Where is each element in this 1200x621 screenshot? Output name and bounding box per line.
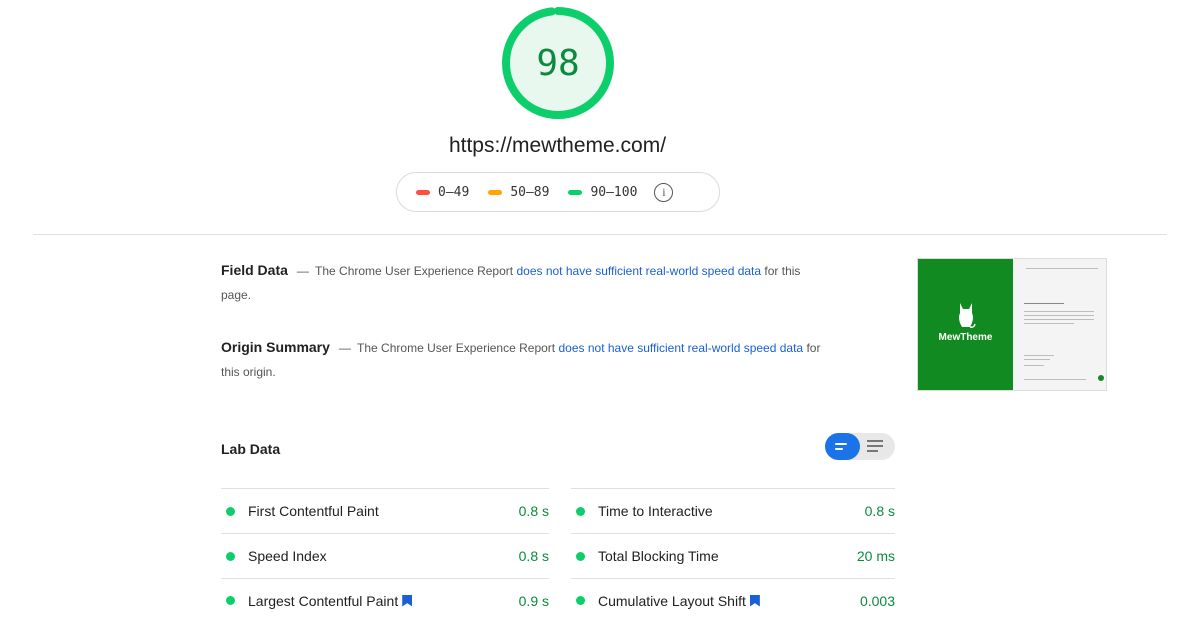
thumbnail-brand-panel: MewTheme — [918, 259, 1013, 390]
score-legend: 0–49 50–89 90–100 i — [396, 172, 720, 212]
field-data-prefix: The Chrome User Experience Report — [315, 264, 514, 278]
legend-item-pass: 90–100 — [568, 185, 637, 200]
detail-view-icon-bar — [867, 445, 883, 447]
thumbnail-logo-text: MewTheme — [938, 332, 993, 343]
metric-label: Cumulative Layout Shift — [598, 593, 860, 609]
legend-swatch-pass — [568, 189, 583, 195]
legend-item-fail: 0–49 — [416, 185, 469, 200]
thumbnail-text-line — [1024, 311, 1094, 312]
legend-swatch-average — [488, 189, 503, 195]
metric-label: First Contentful Paint — [248, 503, 519, 519]
metric-pass-indicator — [226, 506, 235, 516]
metric-first-contentful-paint: First Contentful Paint 0.8 s — [221, 488, 549, 533]
legend-label-fail: 0–49 — [438, 184, 470, 200]
thumbnail-text-line — [1024, 359, 1050, 360]
metrics-left-column: First Contentful Paint 0.8 s Speed Index… — [221, 488, 549, 621]
thumbnail-text-line — [1024, 355, 1054, 356]
metric-value: 0.9 s — [518, 592, 549, 609]
metric-label-text: Speed Index — [248, 548, 327, 564]
metric-total-blocking-time: Total Blocking Time 20 ms — [571, 533, 895, 578]
metric-label-text: First Contentful Paint — [248, 503, 379, 519]
metric-label: Total Blocking Time — [598, 548, 857, 564]
legend-item-average: 50–89 — [488, 185, 549, 200]
score-value: 98 — [536, 42, 580, 84]
metric-label-text: Total Blocking Time — [598, 548, 719, 564]
thumbnail-text-line — [1024, 323, 1074, 324]
field-data-heading: Field Data — [221, 262, 288, 278]
detail-view-icon-bar — [867, 440, 883, 442]
origin-summary-heading: Origin Summary — [221, 339, 330, 355]
summary-view-icon-bar — [835, 443, 847, 445]
metric-pass-indicator — [576, 551, 585, 561]
thumbnail-nav-line — [1026, 268, 1098, 269]
summary-view-icon-bar — [835, 448, 843, 450]
summary-view-button[interactable] — [825, 433, 860, 460]
metric-pass-indicator — [576, 506, 585, 516]
legend-label-pass: 90–100 — [590, 184, 638, 200]
metric-value: 20 ms — [856, 548, 895, 564]
metrics-right-column: Time to Interactive 0.8 s Total Blocking… — [571, 488, 895, 621]
metric-label-text: Time to Interactive — [598, 503, 713, 519]
metric-label-text: Largest Contentful Paint — [248, 592, 399, 609]
metric-cumulative-layout-shift: Cumulative Layout Shift 0.003 — [571, 578, 895, 621]
tested-url: https://mewtheme.com/ — [448, 134, 667, 157]
field-data-dash: — — [296, 264, 309, 278]
metric-speed-index: Speed Index 0.8 s — [221, 533, 549, 578]
metric-pass-indicator — [226, 596, 235, 605]
metric-value: 0.8 s — [518, 503, 549, 519]
thumbnail-text-line — [1024, 319, 1094, 320]
cat-logo-icon — [959, 303, 976, 328]
info-icon[interactable]: i — [654, 182, 674, 202]
metric-label: Time to Interactive — [598, 503, 865, 519]
thumbnail-text-line — [1024, 365, 1044, 366]
legend-label-average: 50–89 — [510, 184, 550, 200]
origin-summary-link[interactable]: does not have sufficient real-world spee… — [558, 341, 803, 355]
page-screenshot-thumbnail: MewTheme — [917, 258, 1107, 391]
metric-label: Largest Contentful Paint — [248, 593, 519, 609]
core-web-vital-flag-icon — [750, 595, 760, 607]
metric-pass-indicator — [576, 596, 585, 605]
section-divider — [33, 234, 1167, 235]
thumbnail-text-line — [1024, 379, 1086, 380]
lab-data-heading: Lab Data — [221, 441, 281, 457]
field-data-link[interactable]: does not have sufficient real-world spee… — [516, 264, 761, 278]
performance-score-gauge: 98 — [499, 4, 617, 122]
thumbnail-chat-dot — [1098, 375, 1104, 381]
metric-label-text: Cumulative Layout Shift — [598, 592, 746, 609]
origin-summary-dash: — — [338, 341, 351, 355]
metrics-view-toggle[interactable] — [825, 433, 895, 460]
thumbnail-text-line — [1024, 315, 1094, 316]
metric-pass-indicator — [226, 551, 235, 561]
metric-time-to-interactive: Time to Interactive 0.8 s — [571, 488, 895, 533]
origin-summary-section: Origin Summary — The Chrome User Experien… — [221, 335, 831, 384]
metric-largest-contentful-paint: Largest Contentful Paint 0.9 s — [221, 578, 549, 621]
thumbnail-text-line — [1024, 303, 1064, 304]
legend-swatch-fail — [416, 189, 430, 195]
core-web-vital-flag-icon — [402, 595, 412, 607]
metric-value: 0.8 s — [864, 503, 895, 519]
metric-label: Speed Index — [248, 548, 519, 564]
origin-summary-prefix: The Chrome User Experience Report — [357, 341, 556, 355]
metric-value: 0.8 s — [518, 548, 549, 564]
field-data-section: Field Data — The Chrome User Experience R… — [221, 258, 831, 307]
detail-view-icon-bar — [867, 450, 878, 452]
metric-value: 0.003 — [859, 592, 895, 609]
detail-view-button[interactable] — [867, 440, 884, 455]
